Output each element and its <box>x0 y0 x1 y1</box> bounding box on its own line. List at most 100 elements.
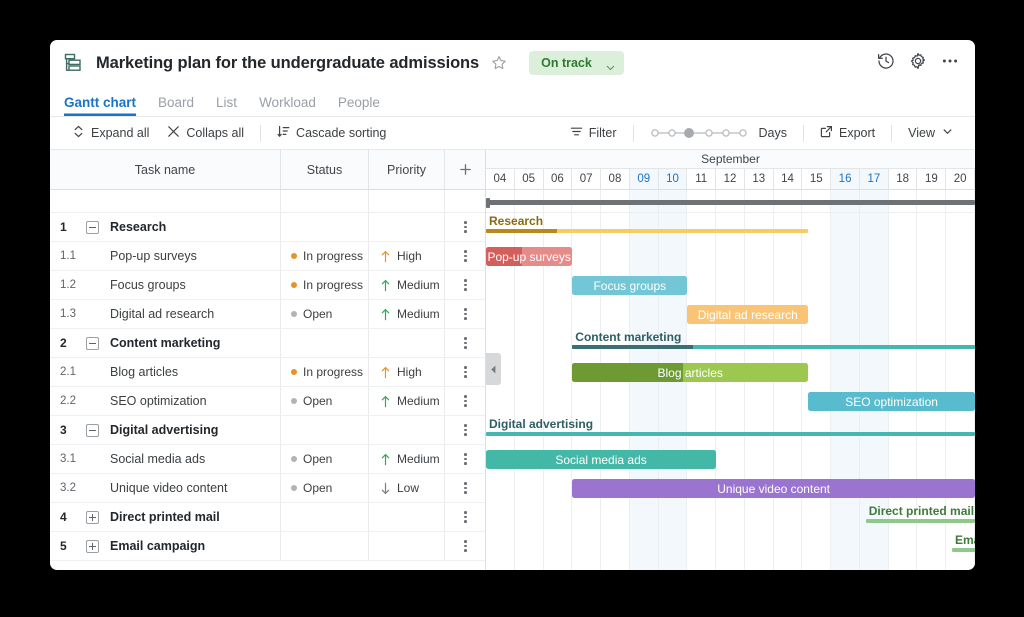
row-menu-button[interactable] <box>445 300 486 328</box>
cell-task-name[interactable]: 1 Research <box>50 213 281 241</box>
cell-status[interactable] <box>281 329 369 357</box>
cell-task-name[interactable]: 3.1 Social media ads <box>50 445 281 473</box>
cell-task-name[interactable]: 2 Content marketing <box>50 329 281 357</box>
cell-task-name[interactable]: 3.2 Unique video content <box>50 474 281 502</box>
cell-task-name[interactable]: 1.1 Pop-up surveys <box>50 242 281 270</box>
cell-priority[interactable]: Medium <box>369 445 445 473</box>
summary-bar[interactable] <box>486 432 975 436</box>
row-menu-button[interactable] <box>445 242 486 270</box>
cell-priority[interactable] <box>369 213 445 241</box>
task-bar[interactable]: Pop-up surveys <box>486 247 573 266</box>
add-column-button[interactable] <box>445 150 486 189</box>
column-header-task-name[interactable]: Task name <box>50 150 281 189</box>
cell-status[interactable]: Open <box>281 300 369 328</box>
cell-priority[interactable] <box>369 329 445 357</box>
row-menu-button[interactable] <box>445 271 486 299</box>
column-header-status[interactable]: Status <box>281 150 369 189</box>
tab-workload[interactable]: Workload <box>259 95 316 116</box>
table-row[interactable]: 1.1 Pop-up surveys In progress High <box>50 242 485 271</box>
collapse-row-icon[interactable] <box>86 220 99 234</box>
table-row[interactable]: 1.2 Focus groups In progress Medium <box>50 271 485 300</box>
row-menu-button[interactable] <box>445 387 486 415</box>
row-menu-button[interactable] <box>445 358 486 386</box>
tab-people[interactable]: People <box>338 95 380 116</box>
task-bar[interactable]: Focus groups <box>572 276 688 295</box>
table-row[interactable]: 2 Content marketing <box>50 329 485 358</box>
cell-priority[interactable]: High <box>369 358 445 386</box>
table-row[interactable]: 3.2 Unique video content Open Low <box>50 474 485 503</box>
cell-status[interactable] <box>281 416 369 444</box>
summary-bar[interactable] <box>486 229 809 233</box>
column-header-priority[interactable]: Priority <box>369 150 445 189</box>
cell-status[interactable]: In progress <box>281 358 369 386</box>
cell-status[interactable] <box>281 532 369 560</box>
cell-status[interactable] <box>281 503 369 531</box>
cell-status[interactable] <box>281 213 369 241</box>
cell-task-name[interactable]: 1.3 Digital ad research <box>50 300 281 328</box>
collapse-all-button[interactable]: Collaps all <box>158 122 253 144</box>
cell-status[interactable]: In progress <box>281 242 369 270</box>
table-row[interactable]: 3.1 Social media ads Open Medium <box>50 445 485 474</box>
row-menu-button[interactable] <box>445 329 486 357</box>
collapse-row-icon[interactable] <box>86 336 99 350</box>
collapse-row-icon[interactable] <box>86 423 99 437</box>
row-menu-button[interactable] <box>445 213 486 241</box>
table-row[interactable]: 1 Research <box>50 213 485 242</box>
star-icon[interactable] <box>491 55 507 71</box>
zoom-slider[interactable] <box>649 126 749 140</box>
task-bar[interactable]: Blog articles <box>572 363 809 382</box>
cell-task-name[interactable]: 3 Digital advertising <box>50 416 281 444</box>
tab-board[interactable]: Board <box>158 95 194 116</box>
cell-priority[interactable]: Low <box>369 474 445 502</box>
table-row[interactable]: 2.1 Blog articles In progress High <box>50 358 485 387</box>
sidebar-collapse-handle[interactable] <box>486 353 501 385</box>
history-icon[interactable] <box>877 52 895 75</box>
table-row[interactable]: 4 Direct printed mail <box>50 503 485 532</box>
cell-priority[interactable] <box>369 532 445 560</box>
table-row[interactable]: 1.3 Digital ad research Open Medium <box>50 300 485 329</box>
cell-priority[interactable]: Medium <box>369 387 445 415</box>
cell-priority[interactable]: Medium <box>369 271 445 299</box>
cell-priority[interactable] <box>369 416 445 444</box>
cell-status[interactable]: Open <box>281 445 369 473</box>
task-bar[interactable]: Social media ads <box>486 450 717 469</box>
expand-row-icon[interactable] <box>86 510 99 524</box>
cell-task-name[interactable]: 1.2 Focus groups <box>50 271 281 299</box>
export-button[interactable]: Export <box>811 122 884 144</box>
cell-status[interactable]: Open <box>281 387 369 415</box>
cell-status[interactable]: In progress <box>281 271 369 299</box>
table-row[interactable]: 2.2 SEO optimization Open Medium <box>50 387 485 416</box>
cell-status[interactable]: Open <box>281 474 369 502</box>
row-menu-button[interactable] <box>445 416 486 444</box>
table-row[interactable]: 3 Digital advertising <box>50 416 485 445</box>
view-button[interactable]: View <box>899 122 963 144</box>
cell-priority[interactable]: High <box>369 242 445 270</box>
cell-task-name[interactable]: 2.2 SEO optimization <box>50 387 281 415</box>
expand-all-button[interactable]: Expand all <box>63 122 158 144</box>
tab-list[interactable]: List <box>216 95 237 116</box>
tab-gantt-chart[interactable]: Gantt chart <box>64 95 136 116</box>
cell-task-name[interactable]: 5 Email campaign <box>50 532 281 560</box>
summary-bar[interactable] <box>572 345 975 349</box>
summary-bar[interactable] <box>951 548 975 552</box>
status-badge[interactable]: On track <box>529 51 624 75</box>
cell-priority[interactable]: Medium <box>369 300 445 328</box>
task-bar[interactable]: Digital ad research <box>687 305 809 324</box>
cell-task-name[interactable]: 4 Direct printed mail <box>50 503 281 531</box>
horizontal-scrollbar[interactable] <box>486 197 975 208</box>
task-bar[interactable]: SEO optimization <box>808 392 975 411</box>
table-row[interactable]: 5 Email campaign <box>50 532 485 561</box>
expand-row-icon[interactable] <box>86 539 99 553</box>
summary-bar[interactable] <box>865 519 975 523</box>
more-icon[interactable] <box>941 52 959 75</box>
cascade-sorting-button[interactable]: Cascade sorting <box>268 122 395 144</box>
filter-button[interactable]: Filter <box>561 122 626 144</box>
row-menu-button[interactable] <box>445 474 486 502</box>
gear-icon[interactable] <box>909 52 927 75</box>
cell-task-name[interactable]: 2.1 Blog articles <box>50 358 281 386</box>
row-menu-button[interactable] <box>445 503 486 531</box>
row-menu-button[interactable] <box>445 445 486 473</box>
row-menu-button[interactable] <box>445 532 486 560</box>
cell-priority[interactable] <box>369 503 445 531</box>
task-bar[interactable]: Unique video content <box>572 479 975 498</box>
